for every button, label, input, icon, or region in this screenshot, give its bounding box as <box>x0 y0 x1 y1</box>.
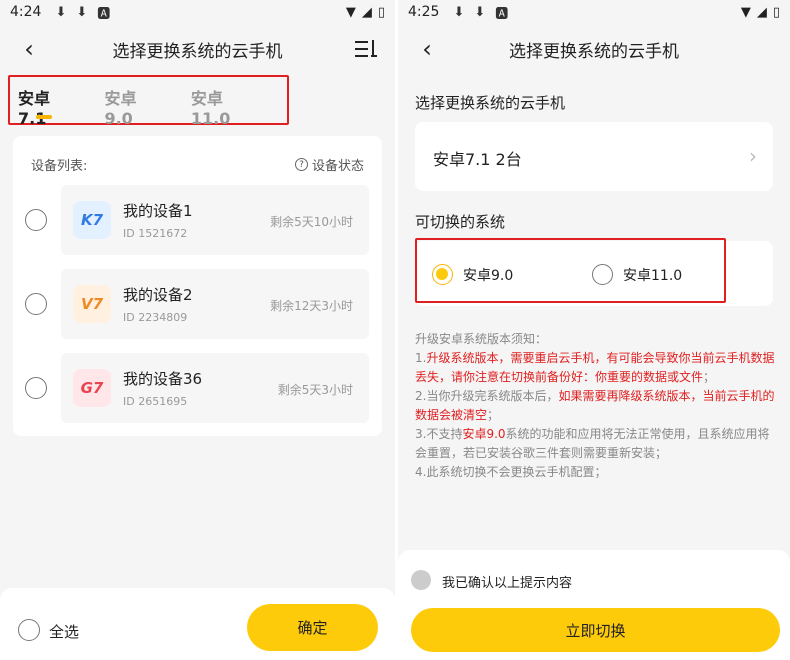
tab-android-11-0[interactable]: 安卓11.0 <box>191 85 253 128</box>
status-time: 4:24 <box>10 4 42 20</box>
current-section-label: 选择更换系统的云手机 <box>415 94 566 112</box>
device-logo: K7 <box>73 201 111 239</box>
device-item[interactable]: V7 我的设备2 ID 2234809 剩余12天3小时 <box>61 269 369 339</box>
status-time: 4:25 <box>408 4 440 20</box>
chevron-left-icon: ‹ <box>422 35 432 63</box>
battery-icon: ▯ <box>772 4 780 20</box>
confirm-button[interactable]: 确定 <box>247 604 378 651</box>
app-bar: ‹ 选择更换系统的云手机 <box>0 30 395 68</box>
tab-android-9-0[interactable]: 安卓9.0 <box>104 85 156 128</box>
wifi-icon: ▼ <box>345 4 356 20</box>
battery-icon: ▯ <box>377 4 385 20</box>
list-item: K7 我的设备1 ID 1521672 剩余5天10小时 <box>13 185 382 257</box>
switch-now-button[interactable]: 立即切换 <box>411 608 780 652</box>
os-tabs: 安卓7.1 安卓9.0 安卓11.0 <box>8 75 289 128</box>
sort-list-icon <box>355 40 377 57</box>
device-status-link[interactable]: ? 设备状态 <box>294 155 364 174</box>
device-radio[interactable] <box>25 377 47 399</box>
device-id: ID 2234809 <box>123 311 188 324</box>
acknowledge-label[interactable]: 我已确认以上提示内容 <box>442 572 572 591</box>
notification-a-icon: 🅰 <box>495 6 509 22</box>
tab-android-7-1[interactable]: 安卓7.1 <box>18 85 70 128</box>
notice-item-2: 2.当你升级完系统版本后，如果需要再降级系统版本，当前云手机的数据会被清空； <box>415 387 775 425</box>
current-device-card[interactable]: 安卓7.1 2台 › <box>415 122 773 191</box>
status-right: ▼ ◢ ▯ <box>741 5 780 20</box>
device-id: ID 1521672 <box>123 227 188 240</box>
select-all-radio[interactable] <box>18 619 40 641</box>
notice-item-4: 4.此系统切换不会更换云手机配置； <box>415 465 607 479</box>
left-screen: 4:24 ⬇ ⬇ 🅰 ▼ ◢ ▯ ‹ 选择更换系统的云手机 安卓7.1 安卓9.… <box>0 0 395 660</box>
wifi-icon: ▼ <box>740 4 751 20</box>
device-name: 我的设备36 <box>123 370 203 388</box>
device-radio[interactable] <box>25 293 47 315</box>
download-icon: ⬇ <box>55 4 67 20</box>
device-list-card: 设备列表: ? 设备状态 K7 我的设备1 ID 1521672 剩余5天10小… <box>13 136 382 436</box>
signal-icon: ◢ <box>361 4 372 20</box>
list-item: V7 我的设备2 ID 2234809 剩余12天3小时 <box>13 269 382 341</box>
notice-item-1: 1.升级系统版本，需要重启云手机，有可能会导致你当前云手机数据丢失，请你注意在切… <box>415 349 775 387</box>
download-icon: ⬇ <box>76 4 88 20</box>
sort-menu-button[interactable] <box>351 34 381 64</box>
acknowledge-radio[interactable] <box>411 570 431 590</box>
notice-text: ； <box>703 370 716 384</box>
notice-heading: 升级安卓系统版本须知： <box>415 332 548 346</box>
highlight-frame <box>415 238 726 303</box>
notice-warning: 安卓9.0 <box>462 427 506 441</box>
tab-indicator <box>36 115 53 119</box>
device-logo: G7 <box>73 369 111 407</box>
page-title: 选择更换系统的云手机 <box>112 41 283 62</box>
device-remaining-time: 剩余5天3小时 <box>277 383 353 397</box>
back-button[interactable]: ‹ <box>412 34 442 64</box>
device-list-header: 设备列表: ? 设备状态 <box>31 155 364 174</box>
notice-warning: 升级系统版本，需要重启云手机，有可能会导致你当前云手机数据丢失，请你注意在切换前… <box>415 351 775 384</box>
device-name: 我的设备1 <box>123 202 193 220</box>
device-item[interactable]: K7 我的设备1 ID 1521672 剩余5天10小时 <box>61 185 369 255</box>
switchable-label: 可切换的系统 <box>415 213 506 231</box>
tab-label: 安卓11.0 <box>190 89 231 128</box>
select-all-label[interactable]: 全选 <box>49 621 79 642</box>
list-item: G7 我的设备36 ID 2651695 剩余5天3小时 <box>13 353 382 425</box>
download-icon: ⬇ <box>453 4 465 20</box>
device-remaining-time: 剩余12天3小时 <box>270 299 353 313</box>
chevron-left-icon: ‹ <box>24 35 34 63</box>
notice-text: ； <box>487 408 500 422</box>
device-item[interactable]: G7 我的设备36 ID 2651695 剩余5天3小时 <box>61 353 369 423</box>
tab-label: 安卓7.1 <box>18 89 51 128</box>
status-bar: 4:25 ⬇ ⬇ 🅰 ▼ ◢ ▯ <box>398 0 790 24</box>
back-button[interactable]: ‹ <box>14 34 44 64</box>
notice-item-3: 3.不支持安卓9.0系统的功能和应用将无法正常使用，且系统应用将会重置，若已安装… <box>415 425 775 463</box>
page-title: 选择更换系统的云手机 <box>509 41 679 62</box>
app-bar: ‹ 选择更换系统的云手机 <box>398 30 790 68</box>
notice-text: 2.当你升级完系统版本后， <box>415 389 559 403</box>
chevron-right-icon: › <box>749 144 757 168</box>
status-right: ▼ ◢ ▯ <box>346 5 385 20</box>
device-remaining-time: 剩余5天10小时 <box>270 215 353 229</box>
device-list-label: 设备列表: <box>31 159 88 174</box>
upgrade-notice: 升级安卓系统版本须知： 1.升级系统版本，需要重启云手机，有可能会导致你当前云手… <box>415 330 775 482</box>
current-device-text: 安卓7.1 2台 <box>433 150 522 169</box>
right-screen: 4:25 ⬇ ⬇ 🅰 ▼ ◢ ▯ ‹ 选择更换系统的云手机 选择更换系统的云手机… <box>398 0 790 660</box>
help-icon: ? <box>294 158 308 171</box>
status-bar: 4:24 ⬇ ⬇ 🅰 ▼ ◢ ▯ <box>0 0 395 24</box>
notice-text: 3.不支持 <box>415 427 463 441</box>
notification-a-icon: 🅰 <box>97 6 111 22</box>
notice-text: 1. <box>415 351 427 365</box>
signal-icon: ◢ <box>756 4 767 20</box>
bottom-action-bar: 我已确认以上提示内容 立即切换 <box>398 550 790 660</box>
device-logo: V7 <box>73 285 111 323</box>
device-id: ID 2651695 <box>123 395 188 408</box>
tab-label: 安卓9.0 <box>104 89 137 128</box>
device-status-label: 设备状态 <box>311 159 364 174</box>
download-icon: ⬇ <box>474 4 486 20</box>
device-name: 我的设备2 <box>123 286 193 304</box>
device-radio[interactable] <box>25 209 47 231</box>
bottom-action-bar: 全选 确定 <box>0 588 395 660</box>
